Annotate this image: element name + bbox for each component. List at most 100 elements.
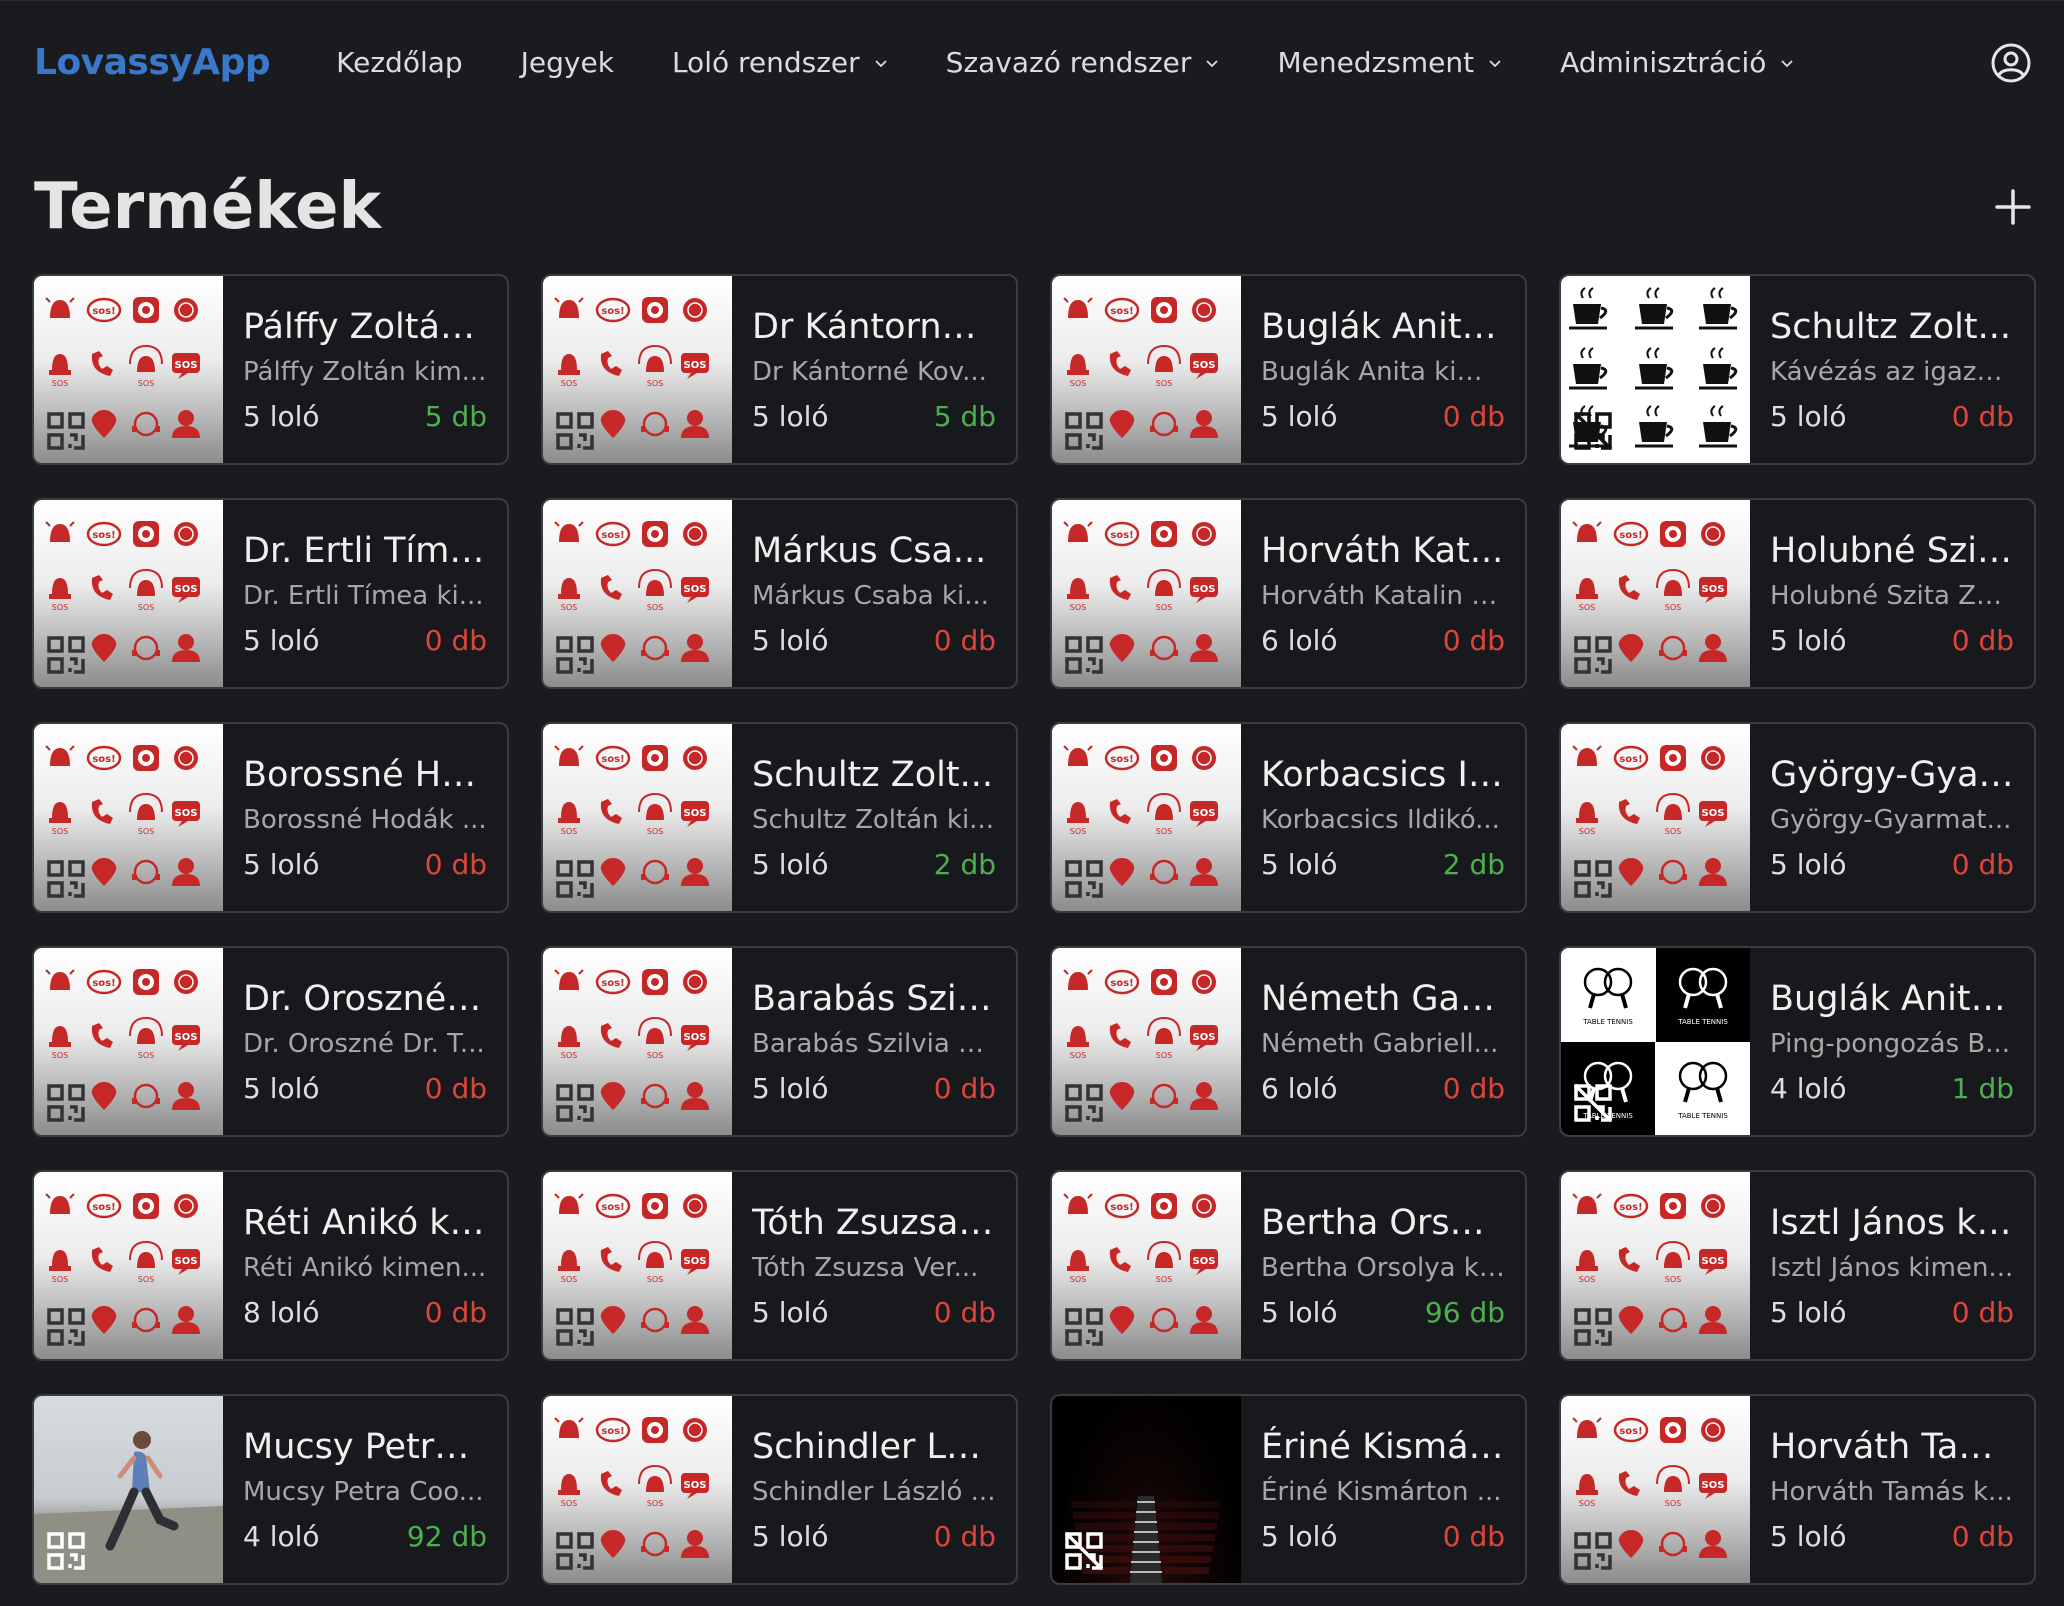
product-card[interactable]: sos! SOS SOS SOS Pálffy Zoltán... Pálffy Zolt…: [32, 274, 509, 465]
product-card[interactable]: sos! SOS SOS SOS Schindler Lá... Schindler Lá…: [541, 1394, 1018, 1585]
svg-text:sos!: sos!: [92, 306, 115, 317]
nav-link-5[interactable]: Adminisztráció: [1560, 46, 1794, 79]
product-price: 5 loló: [1261, 1520, 1338, 1553]
product-price: 5 loló: [752, 848, 829, 881]
product-card[interactable]: sos! SOS SOS SOS Isztl János ki... Isztl Jáno…: [1559, 1170, 2036, 1361]
product-price: 5 loló: [1770, 400, 1847, 433]
product-stock: 1 db: [1951, 1072, 2014, 1105]
svg-text:SOS: SOS: [138, 1275, 154, 1284]
nav-link-3[interactable]: Szavazó rendszer: [946, 46, 1220, 79]
qr-code-icon: [556, 1308, 594, 1346]
svg-text:SOS: SOS: [1070, 379, 1086, 388]
product-card[interactable]: sos! SOS SOS SOS Márkus Csa... Márkus Csaba k…: [541, 498, 1018, 689]
qr-code-icon: [1065, 412, 1103, 450]
svg-text:SOS: SOS: [561, 1275, 577, 1284]
product-info: Schultz Zolt... Kávézás az igazg... 5 loló…: [1750, 276, 2034, 463]
product-description: Horváth Katalin k...: [1261, 581, 1505, 611]
product-card[interactable]: sos! SOS SOS SOS Schultz Zolt... Schultz Zolt…: [541, 722, 1018, 913]
product-card[interactable]: sos! SOS SOS SOS Dr Kántorné ... Dr Kántorné …: [541, 274, 1018, 465]
product-card[interactable]: sos! SOS SOS SOS Borossné Ho... Borossné Hodá…: [32, 722, 509, 913]
product-stock: 0 db: [424, 1072, 487, 1105]
product-card[interactable]: sos! SOS SOS SOS Bertha Orsol... Bertha Orsol…: [1050, 1170, 1527, 1361]
product-card[interactable]: sos! SOS SOS SOS Buglák Anita... Buglák Anita…: [1050, 274, 1527, 465]
nav-link-4[interactable]: Menedzsment: [1277, 46, 1502, 79]
product-card[interactable]: Ériné Kismár... Ériné Kismárton ... 5 loló…: [1050, 1394, 1527, 1585]
product-info: Horváth Tam... Horváth Tamás k... 5 loló 0 …: [1750, 1396, 2034, 1583]
product-image: sos! SOS SOS SOS: [1052, 276, 1241, 463]
svg-text:sos!: sos!: [1110, 306, 1133, 317]
product-price: 5 loló: [243, 1072, 320, 1105]
product-card[interactable]: sos! SOS SOS SOS Németh Gab... Németh Gabriel…: [1050, 946, 1527, 1137]
svg-text:SOS: SOS: [684, 584, 707, 595]
product-title: Dr. Ertli Tíme...: [243, 531, 487, 571]
product-card[interactable]: Mucsy Petra ... Mucsy Petra Coo... 4 loló 9…: [32, 1394, 509, 1585]
product-description: Barabás Szilvia k...: [752, 1029, 996, 1059]
product-info: Dr. Ertli Tíme... Dr. Ertli Tímea ki... 5 …: [223, 500, 507, 687]
product-info: Buglák Anita... Buglák Anita kim... 5 loló…: [1241, 276, 1525, 463]
brand-logo[interactable]: LovassyApp: [34, 42, 271, 83]
product-description: Schultz Zoltán ki...: [752, 805, 994, 835]
product-description: Réti Anikó kimen...: [243, 1253, 487, 1283]
svg-text:SOS: SOS: [138, 827, 154, 836]
product-title: Dr Kántorné ...: [752, 307, 996, 347]
product-image: sos! SOS SOS SOS: [1052, 948, 1241, 1135]
product-card[interactable]: sos! SOS SOS SOS Dr. Oroszné ... Dr. Oroszné …: [32, 946, 509, 1137]
product-price: 5 loló: [1770, 624, 1847, 657]
product-card[interactable]: sos! SOS SOS SOS Barabás Szil... Barabás Szil…: [541, 946, 1018, 1137]
svg-text:TABLE TENNIS: TABLE TENNIS: [1677, 1112, 1728, 1120]
svg-text:TABLE TENNIS: TABLE TENNIS: [1677, 1018, 1728, 1026]
add-product-icon[interactable]: [1994, 188, 2032, 226]
qr-code-icon: [556, 1532, 594, 1570]
product-card[interactable]: sos! SOS SOS SOS Korbacsics Il... Korbacsics …: [1050, 722, 1527, 913]
qr-code-icon: [1065, 636, 1103, 674]
product-footer: 8 loló 0 db: [243, 1296, 487, 1330]
product-card[interactable]: sos! SOS SOS SOS Horváth Tam... Horváth Tamás…: [1559, 1394, 2036, 1585]
svg-text:SOS: SOS: [1156, 1051, 1172, 1060]
svg-text:SOS: SOS: [561, 1051, 577, 1060]
user-account-icon[interactable]: [1990, 42, 2032, 84]
product-title: Buglák Anita...: [1770, 979, 2014, 1019]
product-card[interactable]: sos! SOS SOS SOS Réti Anikó ki... Réti Anikó …: [32, 1170, 509, 1361]
product-card[interactable]: TABLE TENNIS TABLE TENNIS TABLE TENNIS TABL…: [1559, 946, 2036, 1137]
product-card[interactable]: sos! SOS SOS SOS György-Gyar... György-Gyarma…: [1559, 722, 2036, 913]
svg-text:sos!: sos!: [1619, 530, 1642, 541]
qr-code-icon: [1574, 860, 1612, 898]
product-footer: 5 loló 0 db: [1770, 400, 2014, 434]
product-image: sos! SOS SOS SOS: [34, 276, 223, 463]
nav-link-label: Adminisztráció: [1560, 46, 1767, 79]
svg-text:sos!: sos!: [601, 1426, 624, 1437]
product-stock: 92 db: [406, 1520, 487, 1553]
product-card[interactable]: sos! SOS SOS SOS Tóth Zsuzsa ... Tóth Zsuzsa …: [541, 1170, 1018, 1361]
product-card[interactable]: sos! SOS SOS SOS Holubné Szit... Holubné Szit…: [1559, 498, 2036, 689]
qr-code-icon: [556, 412, 594, 450]
product-description: Holubné Szita Zs...: [1770, 581, 2014, 611]
product-price: 5 loló: [1770, 1296, 1847, 1329]
svg-text:SOS: SOS: [1070, 1051, 1086, 1060]
svg-text:SOS: SOS: [175, 1032, 198, 1043]
nav-link-1[interactable]: Jegyek: [521, 46, 614, 79]
product-card[interactable]: Schultz Zolt... Kávézás az igazg... 5 loló…: [1559, 274, 2036, 465]
nav-link-2[interactable]: Loló rendszer: [672, 46, 888, 79]
nav-link-0[interactable]: Kezdőlap: [336, 46, 463, 79]
product-card[interactable]: sos! SOS SOS SOS Horváth Kat... Horváth Katal…: [1050, 498, 1527, 689]
product-image: sos! SOS SOS SOS: [1561, 1172, 1750, 1359]
product-stock: 0 db: [933, 1520, 996, 1553]
product-description: Bertha Orsolya ki...: [1261, 1253, 1505, 1283]
svg-text:SOS: SOS: [561, 379, 577, 388]
product-card[interactable]: sos! SOS SOS SOS Dr. Ertli Tíme... Dr. Ertli …: [32, 498, 509, 689]
product-info: Dr Kántorné ... Dr Kántorné Kov... 5 loló 5…: [732, 276, 1016, 463]
svg-text:SOS: SOS: [175, 1256, 198, 1267]
svg-text:SOS: SOS: [52, 1275, 68, 1284]
product-price: 5 loló: [752, 1296, 829, 1329]
qr-code-icon: [556, 636, 594, 674]
product-footer: 6 loló 0 db: [1261, 624, 1505, 658]
svg-text:sos!: sos!: [601, 530, 624, 541]
product-price: 5 loló: [752, 624, 829, 657]
product-image: TABLE TENNIS TABLE TENNIS TABLE TENNIS TABL…: [1561, 948, 1750, 1135]
svg-text:SOS: SOS: [561, 603, 577, 612]
svg-text:SOS: SOS: [647, 379, 663, 388]
product-info: Bertha Orsol... Bertha Orsolya ki... 5 lol…: [1241, 1172, 1525, 1359]
svg-text:SOS: SOS: [1665, 827, 1681, 836]
product-title: Mucsy Petra ...: [243, 1427, 487, 1467]
product-price: 6 loló: [1261, 1072, 1338, 1105]
